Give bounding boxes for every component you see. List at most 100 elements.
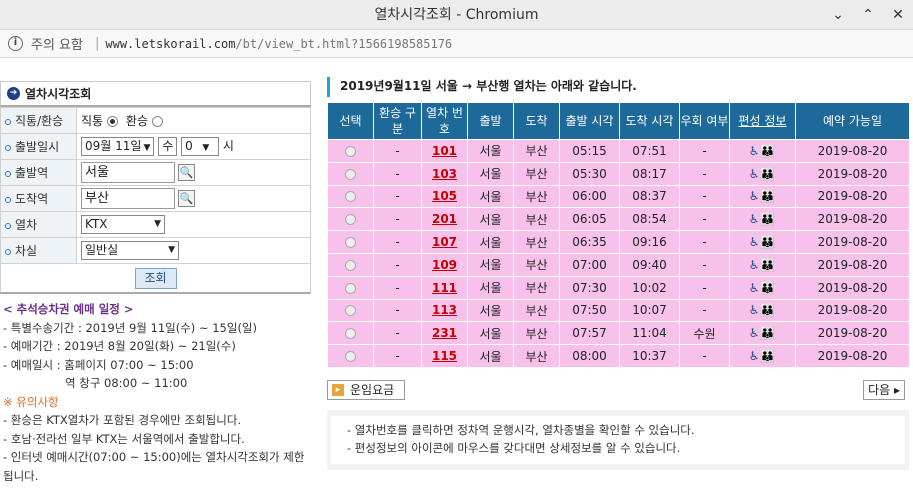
train-number-link[interactable]: 201 (421, 207, 468, 232)
formation-icons[interactable]: ♿👪 (729, 298, 796, 323)
train-type-select[interactable]: KTX ▼ (81, 215, 165, 234)
radio-icon[interactable] (345, 328, 356, 340)
select-radio[interactable] (327, 161, 374, 186)
train-number-link[interactable]: 101 (421, 139, 468, 163)
direct-radio[interactable] (107, 116, 119, 127)
from-cell: 서울 (467, 298, 514, 323)
info-icon[interactable]: i (8, 36, 23, 51)
formation-icons[interactable]: ♿👪 (729, 275, 796, 300)
close-icon[interactable]: ✕ (883, 0, 913, 30)
to-cell: 부산 (513, 252, 560, 277)
maximize-icon[interactable]: ⌃ (853, 0, 883, 30)
transfer-cell: - (373, 275, 422, 300)
wheelchair-family-icon[interactable]: ♿👪 (749, 258, 777, 272)
table-row: -115 서울 부산 08:00 10:37- ♿👪 2019-08-20 (327, 344, 910, 368)
wheelchair-family-icon[interactable]: ♿👪 (749, 144, 777, 158)
date-select[interactable]: 09월 11일 ▼ (81, 137, 155, 156)
booking-date-cell: 2019-08-20 (795, 252, 910, 277)
from-cell: 서울 (467, 207, 514, 232)
radio-icon[interactable] (345, 259, 356, 271)
formation-icons[interactable]: ♿👪 (729, 184, 796, 209)
search-panel-title: 열차시각조회 (25, 87, 92, 101)
train-number-link[interactable]: 105 (421, 184, 468, 209)
arr-time-cell: 08:37 (619, 184, 680, 209)
table-row: -105 서울 부산 06:00 08:37- ♿👪 2019-08-20 (327, 184, 910, 209)
wheelchair-family-icon[interactable]: ♿👪 (749, 326, 777, 340)
transfer-cell: - (373, 139, 422, 163)
search-icon[interactable]: 🔍 (178, 190, 195, 207)
select-radio[interactable] (327, 207, 374, 232)
wheelchair-family-icon[interactable]: ♿👪 (749, 235, 777, 249)
detour-cell: - (679, 275, 730, 300)
select-radio[interactable] (327, 344, 374, 368)
select-radio[interactable] (327, 230, 374, 254)
transfer-cell: - (373, 230, 422, 254)
select-radio[interactable] (327, 252, 374, 277)
wheelchair-family-icon[interactable]: ♿👪 (749, 212, 777, 226)
train-number-link[interactable]: 231 (421, 321, 468, 346)
minimize-icon[interactable]: ⌄ (823, 0, 853, 30)
formation-icons[interactable]: ♿👪 (729, 344, 796, 368)
address-bar[interactable]: i 주의 요함 | www.letskorail.com/bt/view_bt.… (0, 30, 913, 58)
detour-cell: - (679, 207, 730, 232)
url-text[interactable]: www.letskorail.com/bt/view_bt.html?15661… (105, 37, 452, 51)
wheelchair-family-icon[interactable]: ♿👪 (749, 349, 777, 363)
security-warning[interactable]: 주의 요함 (31, 34, 83, 53)
dep-time-cell: 05:15 (559, 139, 620, 163)
wheelchair-family-icon[interactable]: ♿👪 (749, 189, 777, 203)
radio-icon[interactable] (345, 168, 356, 180)
hour-select[interactable]: 0 ▼ (181, 137, 220, 156)
radio-icon[interactable] (345, 351, 356, 363)
table-row: -103 서울 부산 05:30 08:17- ♿👪 2019-08-20 (327, 161, 910, 186)
notice-line: - 예매기간 : 2019년 8월 20일(화) ~ 21일(수) (3, 339, 236, 353)
departure-station-input[interactable]: 서울 (81, 162, 175, 183)
next-button[interactable]: 다음 ▸ (863, 379, 905, 400)
search-button[interactable]: 조회 (134, 268, 177, 289)
train-number-link[interactable]: 111 (421, 275, 468, 300)
formation-icons[interactable]: ♿👪 (729, 252, 796, 277)
train-number-link[interactable]: 107 (421, 230, 468, 254)
dep-time-cell: 07:50 (559, 298, 620, 323)
bullet-icon (5, 170, 11, 177)
table-row: -109 서울 부산 07:00 09:40- ♿👪 2019-08-20 (327, 252, 910, 277)
fare-button[interactable]: ▸ 운임요금 (327, 379, 406, 400)
select-radio[interactable] (327, 275, 374, 300)
select-radio[interactable] (327, 139, 374, 163)
address-separator: | (94, 36, 100, 51)
arr-time-cell: 10:07 (619, 298, 680, 323)
select-radio[interactable] (327, 298, 374, 323)
radio-icon[interactable] (345, 145, 356, 157)
dep-time-cell: 08:00 (559, 344, 620, 368)
train-number-link[interactable]: 103 (421, 161, 468, 186)
formation-icons[interactable]: ♿👪 (729, 207, 796, 232)
wheelchair-family-icon[interactable]: ♿👪 (749, 167, 777, 181)
wheelchair-family-icon[interactable]: ♿👪 (749, 303, 777, 317)
select-radio[interactable] (327, 321, 374, 346)
select-radio[interactable] (327, 184, 374, 209)
from-cell: 서울 (467, 321, 514, 346)
train-number-link[interactable]: 115 (421, 344, 468, 368)
radio-icon[interactable] (345, 237, 356, 249)
table-row: -107 서울 부산 06:35 09:16- ♿👪 2019-08-20 (327, 230, 910, 254)
search-icon[interactable]: 🔍 (178, 164, 195, 181)
results-panel: 2019년9월11일 서울 → 부산행 열차는 아래와 같습니다. 선택 환승 … (327, 77, 910, 470)
caution-line: - 호남·전라선 일부 KTX는 서울역에서 출발합니다. (3, 431, 245, 446)
radio-icon[interactable] (345, 214, 356, 226)
transfer-radio[interactable] (152, 116, 164, 127)
formation-icons[interactable]: ♿👪 (729, 161, 796, 186)
radio-icon[interactable] (345, 305, 356, 317)
formation-icons[interactable]: ♿👪 (729, 139, 796, 163)
car-class-select[interactable]: 일반실 ▼ (81, 241, 179, 260)
radio-icon[interactable] (345, 191, 356, 203)
radio-icon[interactable] (345, 282, 356, 294)
arrival-station-input[interactable]: 부산 (81, 188, 175, 209)
caution-line: - 환승은 KTX열차가 포함된 경우에만 조회됩니다. (3, 413, 242, 427)
formation-icons[interactable]: ♿👪 (729, 230, 796, 254)
dropdown-arrow-icon: ▼ (168, 245, 175, 255)
col-formation[interactable]: 편성 정보 (729, 102, 796, 140)
train-number-link[interactable]: 113 (421, 298, 468, 323)
formation-icons[interactable]: ♿👪 (729, 321, 796, 346)
page-content: ➔ 열차시각조회 직통/환승 직통 환승 출발일시 09월 11일 ▼ 수 0 ▼… (0, 59, 913, 504)
wheelchair-family-icon[interactable]: ♿👪 (749, 281, 777, 295)
train-number-link[interactable]: 109 (421, 252, 468, 277)
